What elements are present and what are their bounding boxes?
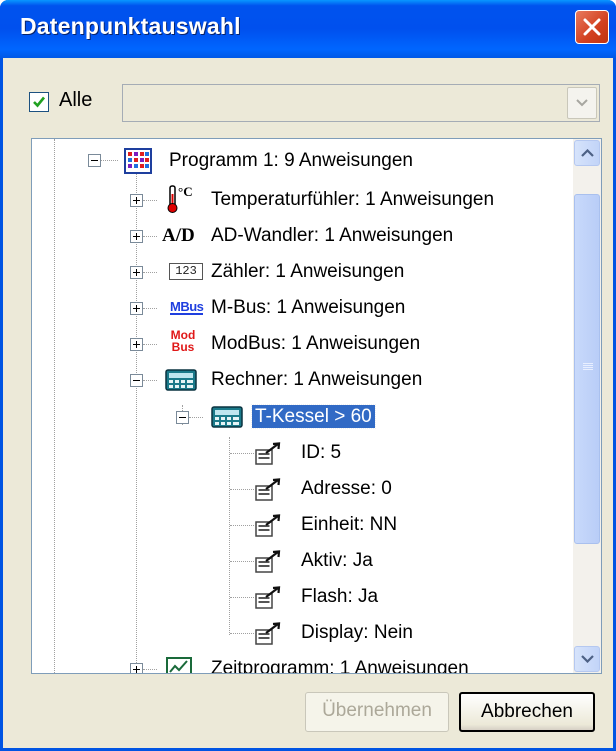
tree-node-calculator[interactable]: Rechner: 1 Anweisungen <box>32 364 572 396</box>
schedule-icon <box>166 657 192 673</box>
tree-scrollbar[interactable] <box>573 139 601 673</box>
tree-node-property-active[interactable]: Aktiv: Ja <box>32 545 572 577</box>
scroll-thumb[interactable] <box>574 194 600 544</box>
scroll-up-button[interactable] <box>574 140 600 166</box>
tree-node-label: M-Bus: 1 Anweisungen <box>211 297 406 318</box>
chevron-down-icon <box>581 655 594 663</box>
counter-icon: 123 <box>169 263 203 280</box>
tree-node-label: Zeitprogramm: 1 Anweisungen <box>211 658 469 673</box>
tree-node-modbus[interactable]: Mod Bus ModBus: 1 Anweisungen <box>32 328 572 360</box>
tree-node-property-id[interactable]: ID: 5 <box>32 437 572 469</box>
tree-node-label: Aktiv: Ja <box>301 550 373 571</box>
tree-node-property-display[interactable]: Display: Nein <box>32 617 572 649</box>
property-icon <box>255 586 281 609</box>
expand-toggle[interactable] <box>130 230 143 243</box>
scroll-down-button[interactable] <box>574 646 600 672</box>
filter-row: Alle <box>3 70 616 122</box>
tree-node-label-selected: T-Kessel > 60 <box>251 404 376 429</box>
collapse-toggle[interactable] <box>88 154 101 167</box>
collapse-toggle[interactable] <box>176 411 189 424</box>
tree-node-property-flash[interactable]: Flash: Ja <box>32 581 572 613</box>
mbus-icon: MBus <box>170 299 204 315</box>
grid-program-icon <box>124 148 152 174</box>
apply-button[interactable]: Übernehmen <box>305 692 449 732</box>
tree-node-property-address[interactable]: Adresse: 0 <box>32 473 572 505</box>
tree-node-label: ID: 5 <box>301 442 342 463</box>
tree-node-label: ModBus: 1 Anweisungen <box>211 333 421 354</box>
all-checkbox-label[interactable]: Alle <box>59 89 92 112</box>
ad-converter-icon: A/D <box>162 225 195 246</box>
minus-icon <box>179 417 186 418</box>
tree-node-label: Zähler: 1 Anweisungen <box>211 261 405 282</box>
combo-dropdown-button[interactable] <box>567 87 597 119</box>
tree-node-label: Adresse: 0 <box>301 478 392 499</box>
plus-icon <box>133 341 140 348</box>
tree-node-program[interactable]: Programm 1: 9 Anweisungen <box>32 145 572 177</box>
tree-node-t-kessel[interactable]: T-Kessel > 60 <box>32 401 572 433</box>
tree-node-label: AD-Wandler: 1 Anweisungen <box>211 225 454 246</box>
minus-icon <box>91 160 98 161</box>
expand-toggle[interactable] <box>130 266 143 279</box>
tree-node-label: Einheit: NN <box>301 514 398 535</box>
plus-icon <box>133 666 140 673</box>
property-icon <box>255 622 281 645</box>
thermometer-icon: °C <box>167 184 193 213</box>
tree-node-label: Display: Nein <box>301 622 413 643</box>
property-icon <box>255 550 281 573</box>
modbus-icon: Mod Bus <box>170 328 196 354</box>
tree-node-label: Temperaturfühler: 1 Anweisungen <box>211 189 495 210</box>
property-icon <box>255 478 281 501</box>
cancel-button[interactable]: Abbrechen <box>459 692 595 732</box>
window-title: Datenpunktauswahl <box>20 13 241 39</box>
expand-toggle[interactable] <box>130 194 143 207</box>
tree-node-counter[interactable]: 123 Zähler: 1 Anweisungen <box>32 256 572 288</box>
chevron-down-icon <box>576 99 588 107</box>
tree-node-temperature[interactable]: °C Temperaturfühler: 1 Anweisungen <box>32 184 572 216</box>
minus-icon <box>133 380 140 381</box>
dialog-window: Datenpunktauswahl Alle Programm 1: 9 Anw… <box>0 0 616 751</box>
title-bar[interactable]: Datenpunktauswahl <box>0 0 616 58</box>
property-icon <box>255 514 281 537</box>
filter-combobox[interactable] <box>122 84 600 122</box>
plus-icon <box>133 233 140 240</box>
tree-node-label: Flash: Ja <box>301 586 379 607</box>
plus-icon <box>133 197 140 204</box>
expand-toggle[interactable] <box>130 663 143 673</box>
expand-toggle[interactable] <box>130 302 143 315</box>
tree-node-schedule[interactable]: Zeitprogramm: 1 Anweisungen <box>32 653 572 673</box>
plus-icon <box>133 269 140 276</box>
tree-node-label: Rechner: 1 Anweisungen <box>211 369 423 390</box>
chevron-up-icon <box>581 149 594 157</box>
calculator-icon <box>165 369 197 391</box>
checkmark-icon <box>33 96 46 108</box>
tree-node-property-unit[interactable]: Einheit: NN <box>32 509 572 541</box>
tree-viewport: Programm 1: 9 Anweisungen °C Temperaturf… <box>32 139 573 673</box>
property-icon <box>255 442 281 465</box>
all-checkbox[interactable] <box>29 92 49 112</box>
plus-icon <box>133 305 140 312</box>
svg-text:°C: °C <box>178 184 193 199</box>
datapoint-tree[interactable]: Programm 1: 9 Anweisungen °C Temperaturf… <box>31 138 602 674</box>
tree-node-label: Programm 1: 9 Anweisungen <box>169 150 413 171</box>
calculator-icon <box>211 406 243 428</box>
collapse-toggle[interactable] <box>130 374 143 387</box>
tree-node-ad-converter[interactable]: A/D AD-Wandler: 1 Anweisungen <box>32 220 572 252</box>
close-button[interactable] <box>575 10 609 44</box>
expand-toggle[interactable] <box>130 338 143 351</box>
tree-node-mbus[interactable]: MBus M-Bus: 1 Anweisungen <box>32 292 572 324</box>
